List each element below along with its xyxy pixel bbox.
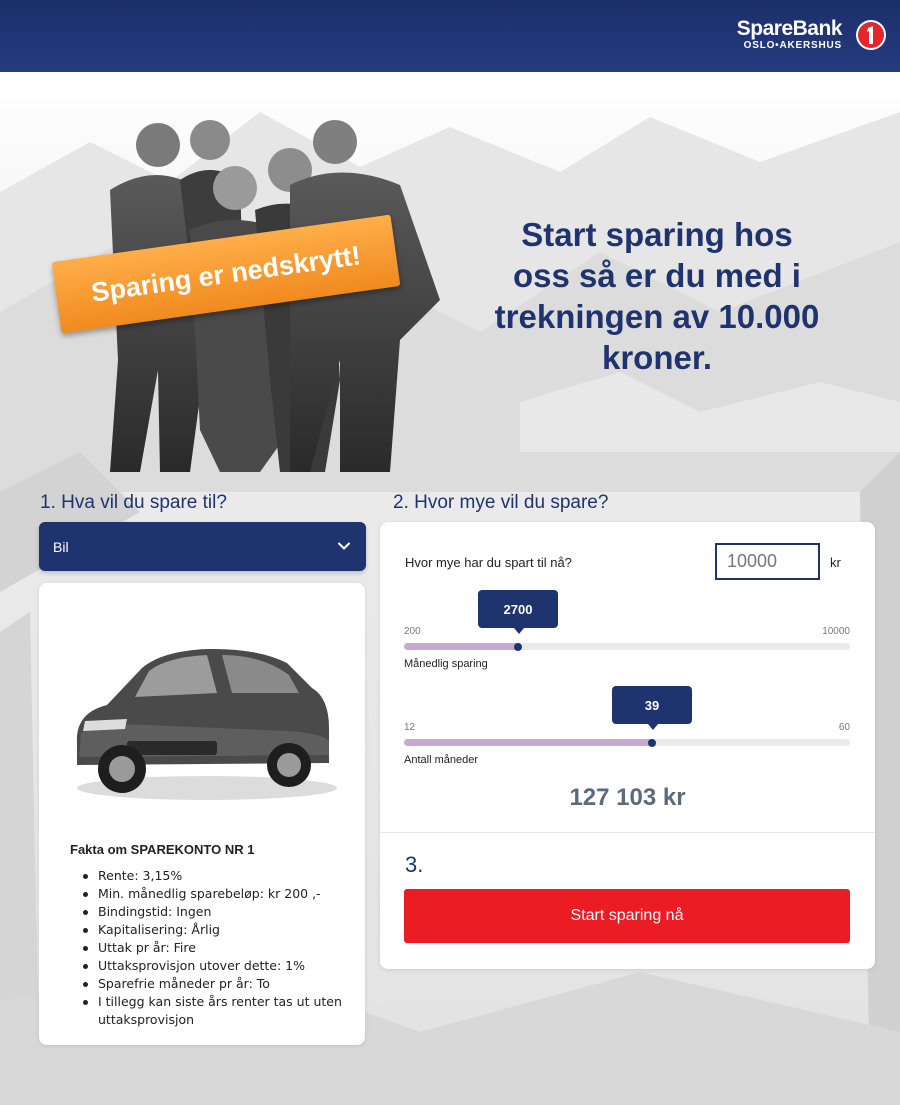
monthly-handle[interactable] <box>514 643 522 651</box>
fact-item: Uttak pr år: Fire <box>83 939 353 957</box>
fact-item: Rente: 3,15% <box>83 867 353 885</box>
monthly-value-bubble: 2700 <box>478 590 558 634</box>
monthly-min: 200 <box>404 626 421 637</box>
months-min: 12 <box>404 722 416 733</box>
months-handle[interactable] <box>648 739 656 747</box>
car-image <box>76 648 337 800</box>
step-2-title: 2. Hvor mye vil du spare? <box>393 492 609 513</box>
goal-info-card: Fakta om SPAREKONTO NR 1 Rente: 3,15% Mi… <box>39 583 365 1045</box>
fact-item: Bindingstid: Ingen <box>83 903 353 921</box>
monthly-fill <box>404 643 518 650</box>
saved-amount-label: Hvor mye har du spart til nå? <box>405 555 572 570</box>
total-result: 127 103 kr <box>569 784 686 811</box>
months-value-bubble: 39 <box>612 686 692 730</box>
monthly-value: 2700 <box>503 601 533 617</box>
top-bar: SpareBank OSLO•AKERSHUS <box>0 0 900 72</box>
savings-goal-select[interactable]: Bil <box>39 522 366 571</box>
fact-item: Sparefrie måneder pr år: To <box>83 975 353 993</box>
sparebank-logo[interactable]: SpareBank OSLO•AKERSHUS <box>728 16 888 56</box>
logo-name: SpareBank <box>736 17 843 40</box>
months-fill <box>404 739 652 746</box>
hero-headline: Start sparing hos oss så er du med i tre… <box>494 216 820 376</box>
step-3-title: 3. <box>405 852 424 877</box>
fact-item: Uttaksprovisjon utover dette: 1% <box>83 957 353 975</box>
facts-title: Fakta om SPAREKONTO NR 1 <box>70 842 255 857</box>
step-1-title: 1. Hva vil du spare til? <box>40 492 227 513</box>
months-label: Antall måneder <box>404 754 478 766</box>
fact-item: I tillegg kan siste års renter tas ut ut… <box>83 993 353 1029</box>
start-saving-button[interactable]: Start sparing nå <box>404 889 850 943</box>
chevron-down-icon <box>338 542 350 550</box>
facts-list: Rente: 3,15% Min. månedlig sparebeløp: k… <box>83 867 353 1029</box>
monthly-max: 10000 <box>822 626 850 637</box>
divider <box>380 832 875 833</box>
selected-goal: Bil <box>53 539 69 555</box>
start-saving-label: Start sparing nå <box>570 907 684 924</box>
months-value: 39 <box>644 697 660 713</box>
sparebank-1-icon <box>856 20 886 50</box>
currency-unit: kr <box>830 555 841 570</box>
fact-item: Min. månedlig sparebeløp: kr 200 ,- <box>83 885 353 903</box>
months-max: 60 <box>838 722 850 733</box>
fact-item: Kapitalisering: Årlig <box>83 921 353 939</box>
monthly-label: Månedlig sparing <box>404 658 488 670</box>
logo-subtitle: OSLO•AKERSHUS <box>743 40 842 51</box>
saved-amount-input[interactable] <box>715 543 820 580</box>
savings-calculator-card: Hvor mye har du spart til nå? kr 2700 20… <box>380 522 875 969</box>
